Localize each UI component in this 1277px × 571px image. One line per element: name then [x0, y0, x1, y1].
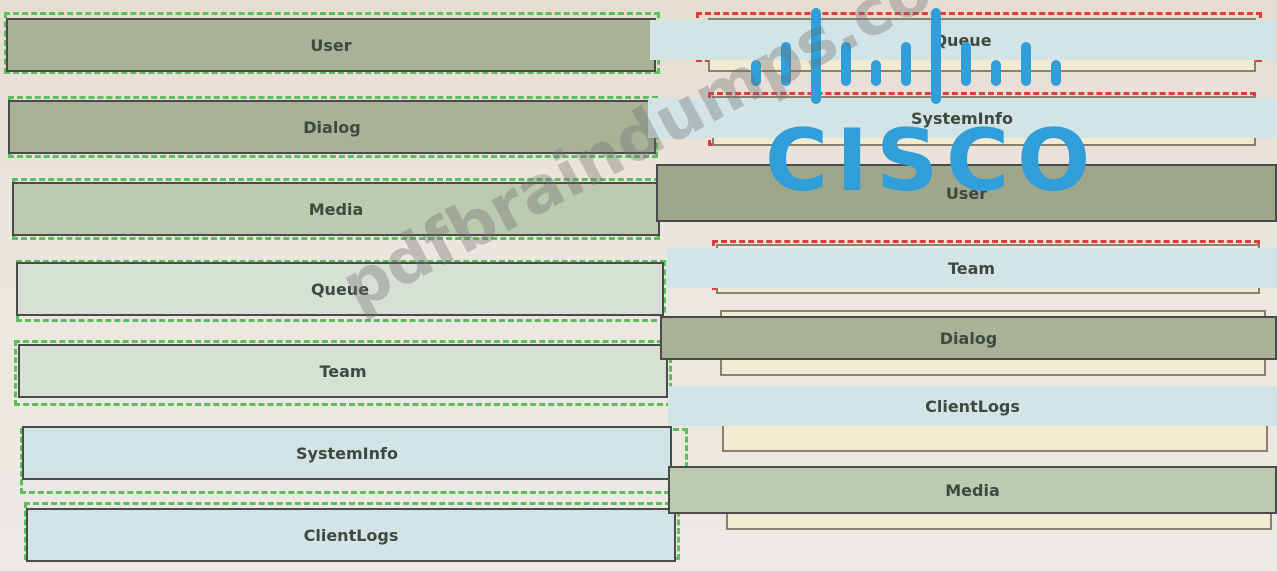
- logo-bar-8: [961, 42, 971, 86]
- logo-bar-5: [871, 60, 881, 86]
- source-item-queue[interactable]: Queue: [16, 262, 664, 316]
- logo-bar-6: [901, 42, 911, 86]
- source-item-team[interactable]: Team: [18, 344, 668, 398]
- logo-bar-2: [781, 42, 791, 86]
- logo-bar-10: [1021, 42, 1031, 86]
- source-item-clientlogs[interactable]: ClientLogs: [26, 508, 676, 562]
- cisco-logo: CISCO: [751, 8, 1098, 193]
- target-item-clientlogs[interactable]: ClientLogs: [668, 386, 1277, 426]
- logo-bar-4: [841, 42, 851, 86]
- logo-bar-7: [931, 8, 941, 104]
- source-item-dialog[interactable]: Dialog: [8, 100, 656, 154]
- drag-drop-canvas: User Dialog Media Queue Team SystemInfo …: [0, 0, 1277, 571]
- target-item-dialog[interactable]: Dialog: [660, 316, 1277, 360]
- logo-text: CISCO: [765, 111, 1098, 193]
- target-item-media[interactable]: Media: [668, 466, 1277, 514]
- logo-bar-9: [991, 60, 1001, 86]
- logo-bar-1: [751, 60, 761, 86]
- logo-bar-3: [811, 8, 821, 104]
- target-item-team[interactable]: Team: [666, 248, 1277, 288]
- source-item-media[interactable]: Media: [12, 182, 660, 236]
- source-item-user[interactable]: User: [6, 18, 656, 72]
- logo-bar-11: [1051, 60, 1061, 86]
- source-item-systeminfo[interactable]: SystemInfo: [22, 426, 672, 480]
